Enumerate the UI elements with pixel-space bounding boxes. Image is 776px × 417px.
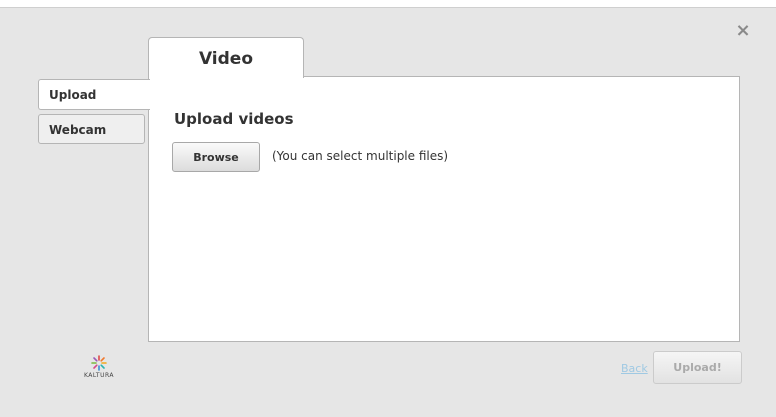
upload-dialog: × Video Upload Webcam Upload videos Brow…	[0, 0, 776, 417]
kaltura-logo-text: KALTURA	[83, 372, 115, 379]
kaltura-logo-icon	[91, 355, 107, 371]
back-link[interactable]: Back	[621, 362, 648, 375]
close-icon[interactable]: ×	[735, 22, 751, 40]
section-title: Upload videos	[174, 110, 294, 128]
tab-video[interactable]: Video	[148, 37, 304, 78]
kaltura-logo: KALTURA	[74, 355, 124, 383]
side-tab-webcam[interactable]: Webcam	[38, 114, 145, 144]
side-tab-upload[interactable]: Upload	[38, 79, 150, 110]
browse-button[interactable]: Browse	[172, 142, 260, 172]
upload-button[interactable]: Upload!	[653, 351, 742, 384]
top-divider	[0, 0, 776, 8]
multiple-files-hint: (You can select multiple files)	[272, 149, 449, 163]
